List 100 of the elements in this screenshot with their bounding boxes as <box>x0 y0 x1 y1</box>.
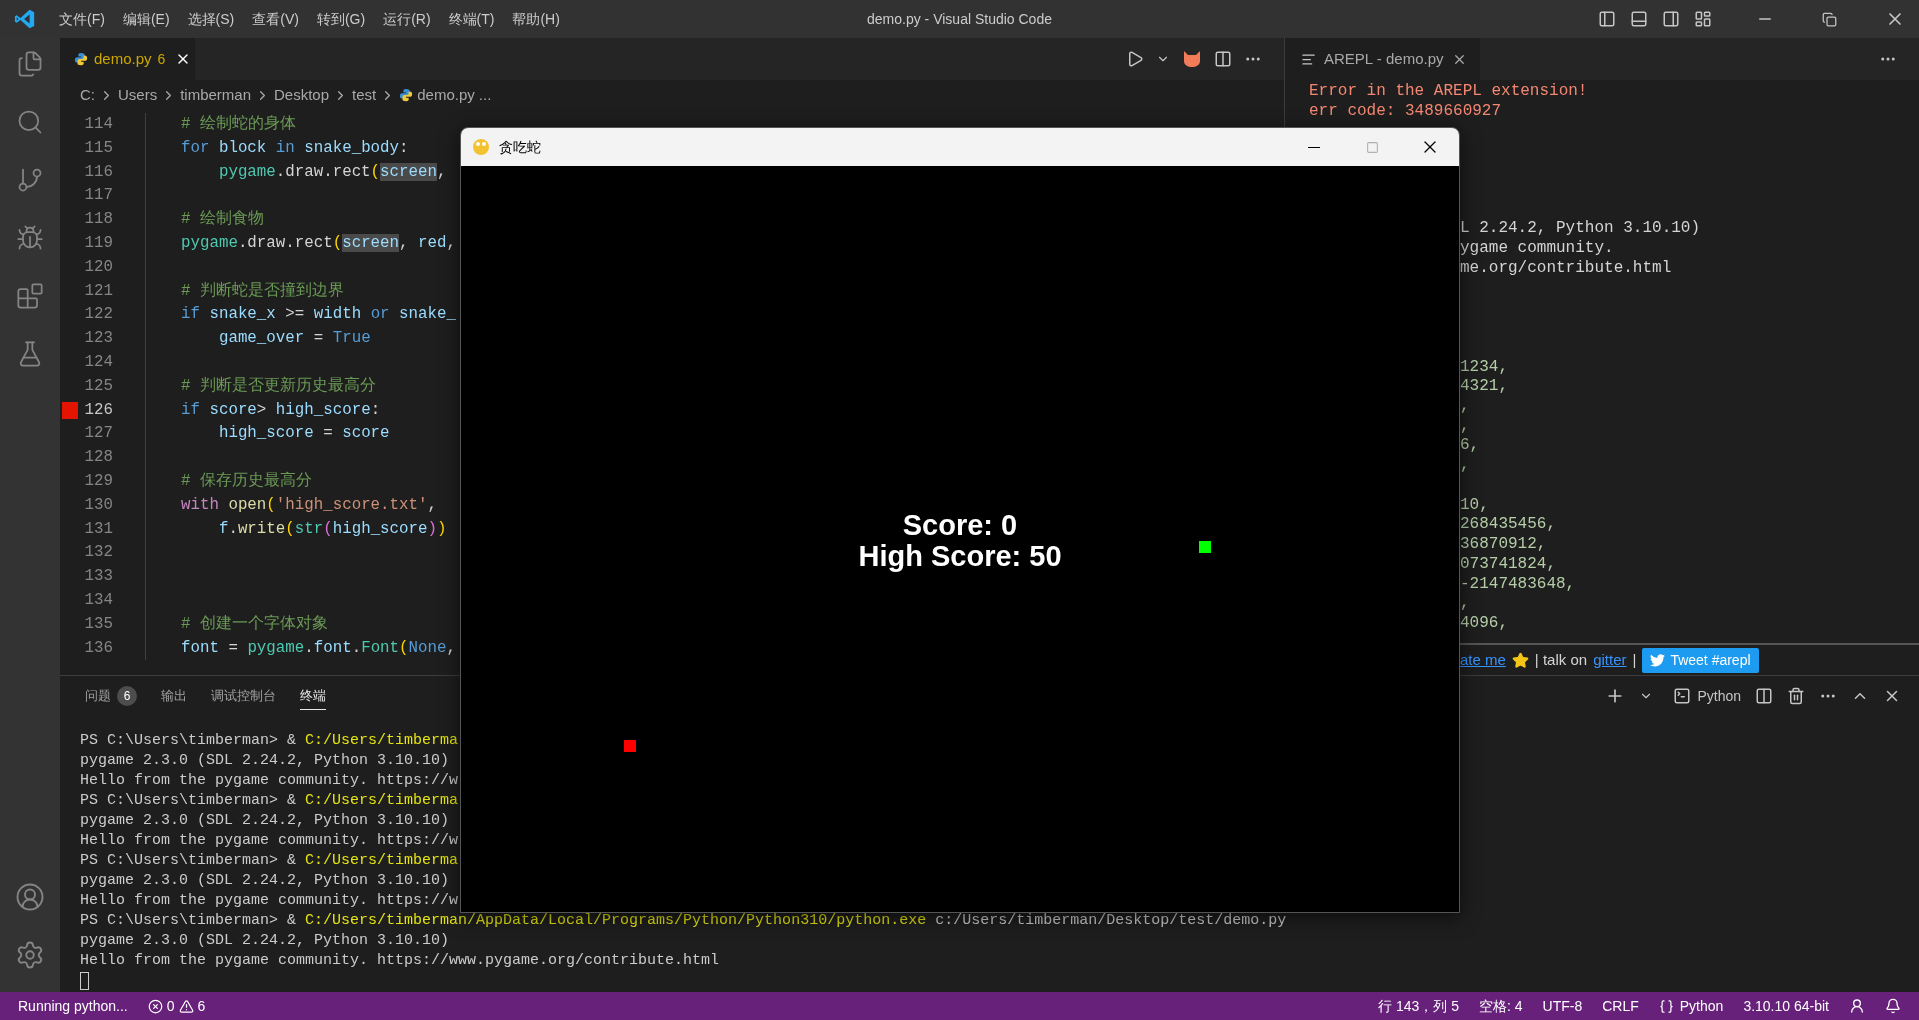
star-icon <box>1511 651 1529 669</box>
panel-tab[interactable]: 终端 <box>300 681 326 711</box>
search-icon[interactable] <box>16 108 44 136</box>
cat-face-icon[interactable] <box>1182 50 1202 68</box>
toggle-secondary-sidebar-icon[interactable] <box>1662 10 1680 28</box>
menu-item[interactable]: 终端(T) <box>439 8 504 30</box>
code-line: pygame.draw.rect(screen, red, <box>181 233 456 255</box>
arepl-tab[interactable]: AREPL - demo.py <box>1285 38 1480 80</box>
output-line: , <box>1460 594 1471 614</box>
panel-tab[interactable]: 问题 6 <box>85 681 137 711</box>
footer-text: | talk on <box>1534 649 1588 670</box>
terminal-line: Hello from the pygame community. https://w <box>80 831 459 851</box>
breadcrumb-item[interactable]: ... <box>478 83 492 107</box>
window-title: demo.py - Visual Studio Code <box>867 9 1052 29</box>
toggle-panel-icon[interactable] <box>1630 10 1648 28</box>
menu-item[interactable]: 查看(V) <box>243 8 308 30</box>
split-editor-icon[interactable] <box>1214 50 1232 68</box>
line-number: 123 <box>83 328 113 350</box>
editor-tab[interactable]: demo.py 6 <box>60 38 195 80</box>
status-item[interactable]: 行 143，列 5 <box>1378 995 1459 1017</box>
notifications-icon[interactable] <box>1885 998 1901 1014</box>
code-line: game_over = True <box>217 328 371 350</box>
trash-icon[interactable] <box>1787 687 1805 705</box>
terminal-line: pygame 2.3.0 (SDL 2.24.2, Python 3.10.10) <box>80 811 450 831</box>
status-item[interactable]: 空格: 4 <box>1478 995 1523 1017</box>
breadcrumb-item[interactable]: Desktop <box>274 83 330 107</box>
line-number: 131 <box>83 518 113 540</box>
terminal-profile[interactable]: Python <box>1673 685 1741 707</box>
problems-status[interactable]: 0 6 <box>147 995 206 1017</box>
code-line: # 创建一个字体对象 <box>181 613 328 635</box>
breadcrumb-item[interactable]: test <box>352 83 377 107</box>
menu-item[interactable]: 编辑(E) <box>113 8 179 30</box>
link[interactable]: ate me <box>1460 648 1506 672</box>
braces-icon <box>1658 998 1674 1014</box>
footer-text: | <box>1632 649 1637 670</box>
toggle-sidebar-icon[interactable] <box>1598 10 1616 28</box>
code-line: high_score = score <box>217 423 390 445</box>
status-item[interactable]: CRLF <box>1602 995 1639 1017</box>
menu-item[interactable]: 文件(F) <box>50 8 114 30</box>
line-number: 134 <box>83 590 113 611</box>
output-line: ygame community. <box>1460 239 1615 259</box>
output-line: -2147483648, <box>1460 574 1577 595</box>
minimize-icon <box>1308 146 1320 148</box>
source-control-icon[interactable] <box>16 166 44 194</box>
tab-label: AREPL - demo.py <box>1324 48 1444 69</box>
code-line: # 绘制蛇的身体 <box>181 113 296 136</box>
breadcrumb-item[interactable]: demo.py <box>417 83 475 107</box>
terminal-line: pygame 2.3.0 (SDL 2.24.2, Python 3.10.10) <box>80 871 450 891</box>
account-icon[interactable] <box>1849 998 1865 1014</box>
tab-label: 终端 <box>300 686 326 705</box>
warning-icon <box>178 998 194 1014</box>
settings-icon[interactable] <box>15 940 45 970</box>
score-text: Score: 0 <box>902 510 1018 541</box>
code-line: pygame.draw.rect(screen, <box>217 161 447 183</box>
python-file-icon <box>74 52 88 66</box>
terminal-line: PS C:\Users\timberman> & C:/Users/timberma <box>80 791 459 811</box>
output-line: , <box>1460 416 1471 437</box>
line-number: 133 <box>83 566 113 588</box>
code-line: if snake_x >= width or snake_ <box>181 304 456 326</box>
tab-label: demo.py <box>94 48 152 69</box>
breadcrumb-item[interactable]: Users <box>118 83 158 107</box>
explorer-icon[interactable] <box>16 50 44 78</box>
menu-item[interactable]: 运行(R) <box>374 8 440 30</box>
breadcrumb-item[interactable]: timberman <box>180 83 252 107</box>
extensions-icon[interactable] <box>16 282 44 310</box>
code-line: # 判断蛇是否撞到边界 <box>181 280 344 302</box>
status-item[interactable]: UTF-8 <box>1542 995 1583 1017</box>
code-line: # 绘制食物 <box>181 209 264 231</box>
line-number: 127 <box>83 423 113 445</box>
status-task[interactable]: Running python... <box>18 995 128 1017</box>
language-mode[interactable]: Python <box>1658 995 1724 1017</box>
output-line: 1234, <box>1460 357 1509 378</box>
line-number: 125 <box>83 375 113 397</box>
line-number: 117 <box>83 185 113 207</box>
line-number: 118 <box>83 209 113 231</box>
link[interactable]: gitter <box>1593 648 1627 672</box>
code-line: for block in snake_body: <box>181 137 409 159</box>
customize-layout-icon[interactable] <box>1694 10 1712 28</box>
line-number: 120 <box>83 256 113 278</box>
split-terminal-icon[interactable] <box>1755 687 1773 705</box>
tab-label: 问题 <box>85 686 111 705</box>
output-line: L 2.24.2, Python 3.10.10) <box>1460 219 1702 240</box>
breadcrumb-item[interactable]: C: <box>80 83 95 107</box>
output-line: 073741824, <box>1460 554 1557 575</box>
menu-item[interactable]: 转到(G) <box>307 8 375 30</box>
run-icon[interactable] <box>1126 50 1144 68</box>
run-debug-icon[interactable] <box>16 224 44 252</box>
menu-item[interactable]: 选择(S) <box>178 8 244 30</box>
code-line: if score> high_score: <box>181 399 381 421</box>
window-title: 贪吃蛇 <box>499 137 541 157</box>
output-line: , <box>1460 456 1471 476</box>
error-message: Error in the AREPL extension! <box>1309 82 1589 102</box>
menu-item[interactable]: 帮助(H) <box>503 8 569 30</box>
panel-tab[interactable]: 调试控制台 <box>211 681 276 711</box>
panel-tab[interactable]: 输出 <box>161 681 187 711</box>
line-number: 136 <box>83 637 113 659</box>
restore-icon[interactable] <box>1822 11 1837 27</box>
terminal-line: pygame 2.3.0 (SDL 2.24.2, Python 3.10.10) <box>80 931 450 951</box>
python-interpreter[interactable]: 3.10.10 64-bit <box>1743 995 1829 1017</box>
terminal-line: Hello from the pygame community. https://w <box>80 771 459 791</box>
